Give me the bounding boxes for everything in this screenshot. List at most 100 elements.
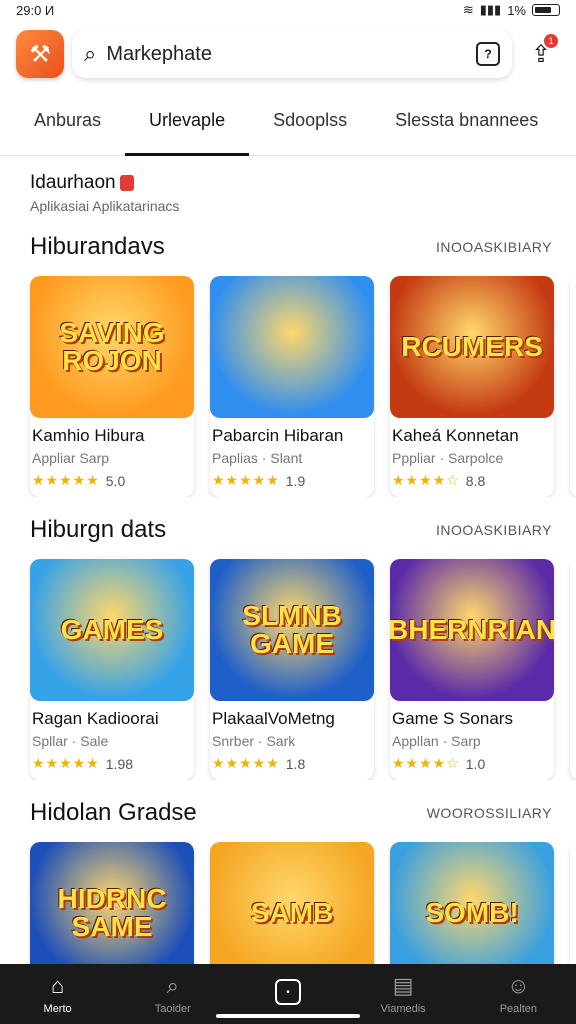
rating-value: 8.8 bbox=[465, 472, 486, 489]
app-card[interactable]: RCUMERS Kaheá Konnetan Pppliar · Sarpolce ★… bbox=[390, 276, 554, 497]
media-icon: ▤ bbox=[392, 973, 414, 998]
promo-badge-icon bbox=[119, 175, 134, 191]
nav-home[interactable]: ⌂ Merto bbox=[18, 973, 98, 1015]
app-name: Kamhio Hibura bbox=[32, 426, 145, 445]
rating-value: 5.0 bbox=[105, 472, 126, 489]
thumbnail-title: RCUMERS bbox=[401, 331, 543, 362]
app-developer: Paplias · Slant bbox=[212, 450, 303, 466]
app-name: Ragan Kadioorai bbox=[32, 709, 159, 728]
app-thumbnail bbox=[210, 276, 374, 418]
thumbnail-title: BHERNRIAN bbox=[390, 614, 554, 645]
app-thumbnail: RCUMERS bbox=[390, 276, 554, 418]
thumbnail-title: SAVING ROJON bbox=[59, 317, 165, 376]
promo-subtitle: Aplikasiai Aplikatarinacs bbox=[30, 198, 180, 214]
app-developer: Appllan · Sarp bbox=[392, 733, 481, 749]
app-thumbnail: BHERNRIAN bbox=[390, 559, 554, 701]
rating-stars-icon: ★★★★★ bbox=[32, 755, 100, 771]
app-thumbnail: SLMNB GAME bbox=[210, 559, 374, 701]
app-thumbnail: GAMES bbox=[30, 559, 194, 701]
promo-header: Idaurhaon Aplikasiai Aplikatarinacs bbox=[0, 156, 576, 214]
tab-0[interactable]: Anburas bbox=[10, 110, 125, 155]
nav-label: Merto bbox=[43, 1003, 72, 1015]
rating-stars-icon: ★★★★★ bbox=[212, 472, 280, 488]
profile-icon: ☺ bbox=[507, 973, 530, 998]
section-header: Hiburgn dats INOOASKIBIARY bbox=[0, 513, 576, 547]
rating-stars-icon: ★★★★☆ bbox=[392, 472, 460, 488]
section-header: Hiburandavs INOOASKIBIARY bbox=[0, 230, 576, 264]
app-name: Kaheá Konnetan bbox=[392, 426, 519, 445]
tab-2[interactable]: Sdooplss bbox=[249, 110, 371, 155]
category-tabs: Anburas Urlevaple Sdooplss Slessta bnann… bbox=[0, 90, 576, 156]
signal-icon: ▮▮▮ bbox=[479, 2, 502, 17]
app-row: SAVING ROJON Kamhio Hibura Appliar Sarp ★★★… bbox=[0, 264, 576, 497]
nav-label: Taoider bbox=[154, 1003, 191, 1015]
app-rating: ★★★★☆ 8.8 bbox=[390, 466, 554, 489]
app-rating: ★★★★★ 1.98 bbox=[30, 749, 194, 772]
app-developer: Appliar Sarp bbox=[32, 450, 110, 466]
tab-1[interactable]: Urlevaple bbox=[125, 110, 250, 156]
rating-value: 1.8 bbox=[285, 755, 306, 772]
app-name: Game S Sonars bbox=[392, 709, 513, 728]
qr-scan-icon[interactable]: ? bbox=[476, 42, 500, 66]
app-section: Hiburgn dats INOOASKIBIARY GAMES Ragan Kadi… bbox=[0, 513, 576, 780]
share-button[interactable]: ⇪ 1 bbox=[520, 30, 562, 78]
nav-label: Pealten bbox=[499, 1003, 537, 1015]
app-developer: Pppliar · Sarpolce bbox=[392, 450, 504, 466]
status-time: 29:0 И bbox=[16, 2, 55, 18]
wifi-icon: ≋ bbox=[462, 2, 474, 17]
nav-media[interactable]: ▤ Viamedis bbox=[363, 973, 443, 1015]
app-thumbnail: SOMB! bbox=[390, 842, 554, 984]
thumbnail-title: HIDRNC SAME bbox=[57, 883, 167, 942]
app-name: Pabarcin Hibaran bbox=[212, 426, 344, 445]
see-more-link[interactable]: WOOROSSILIARY bbox=[427, 805, 552, 821]
thumbnail-title: SAMB bbox=[250, 897, 334, 928]
app-name: PlakaalVoMetng bbox=[212, 709, 335, 728]
rating-stars-icon: ★★★★★ bbox=[32, 472, 100, 488]
section-title: Hiburgn dats bbox=[30, 516, 167, 543]
search-bar[interactable]: ⌕ ? bbox=[72, 30, 512, 78]
rating-value: 1.0 bbox=[465, 755, 486, 772]
app-thumbnail: SAMB bbox=[210, 842, 374, 984]
app-card[interactable]: SAVING ROJON Kamhio Hibura Appliar Sarp ★★★… bbox=[30, 276, 194, 497]
see-more-link[interactable]: INOOASKIBIARY bbox=[436, 239, 552, 255]
app-card[interactable]: GAMES Ragan Kadioorai Spllar · Sale ★★★★★ 1.… bbox=[30, 559, 194, 780]
search-input[interactable] bbox=[106, 42, 466, 66]
section-header: Hidolan Gradse WOOROSSILIARY bbox=[0, 796, 576, 830]
center-button-icon: • bbox=[274, 979, 301, 1005]
section-title: Hiburandavs bbox=[30, 233, 165, 260]
nav-center[interactable]: • bbox=[248, 979, 328, 1009]
app-card-peek[interactable] bbox=[570, 276, 576, 497]
section-title: Hidolan Gradse bbox=[30, 799, 197, 826]
nav-label: Viamedis bbox=[380, 1003, 426, 1015]
rating-value: 1.9 bbox=[285, 472, 306, 489]
notification-badge: 1 bbox=[544, 34, 558, 48]
app-rating: ★★★★★ 5.0 bbox=[30, 466, 194, 489]
app-card[interactable]: Pabarcin Hibaran Paplias · Slant ★★★★★ 1.9 bbox=[210, 276, 374, 497]
app-rating: ★★★★★ 1.9 bbox=[210, 466, 374, 489]
app-section: Hiburandavs INOOASKIBIARY SAVING ROJON Kamh… bbox=[0, 230, 576, 497]
battery-text: 1% bbox=[507, 2, 526, 18]
see-more-link[interactable]: INOOASKIBIARY bbox=[436, 522, 552, 538]
app-logo-icon[interactable]: ⚒ bbox=[16, 30, 64, 78]
app-developer: Snrber · Sark bbox=[212, 733, 296, 749]
app-card-peek[interactable] bbox=[570, 559, 576, 780]
app-thumbnail: SAVING ROJON bbox=[30, 276, 194, 418]
app-developer: Spllar · Sale bbox=[32, 733, 109, 749]
battery-icon bbox=[532, 4, 560, 16]
app-card[interactable]: BHERNRIAN Game S Sonars Appllan · Sarp ★★★★… bbox=[390, 559, 554, 780]
promo-title: Idaurhaon bbox=[30, 172, 116, 193]
app-thumbnail: HIDRNC SAME bbox=[30, 842, 194, 984]
app-card[interactable]: SLMNB GAME PlakaalVoMetng Snrber · Sark ★★★… bbox=[210, 559, 374, 780]
top-bar: ⚒ ⌕ ? ⇪ 1 bbox=[0, 20, 576, 90]
home-indicator bbox=[216, 1014, 360, 1018]
rating-stars-icon: ★★★★☆ bbox=[392, 755, 460, 771]
tab-3[interactable]: Slessta bnannees bbox=[371, 110, 562, 155]
rating-value: 1.98 bbox=[105, 755, 134, 772]
home-icon: ⌂ bbox=[50, 973, 65, 998]
nav-search[interactable]: ⌕ Taoider bbox=[133, 973, 213, 1015]
rating-stars-icon: ★★★★★ bbox=[212, 755, 280, 771]
app-row: GAMES Ragan Kadioorai Spllar · Sale ★★★★★ 1.… bbox=[0, 547, 576, 780]
app-rating: ★★★★★ 1.8 bbox=[210, 749, 374, 772]
nav-profile[interactable]: ☺ Pealten bbox=[478, 973, 558, 1015]
search-icon: ⌕ bbox=[166, 973, 179, 998]
